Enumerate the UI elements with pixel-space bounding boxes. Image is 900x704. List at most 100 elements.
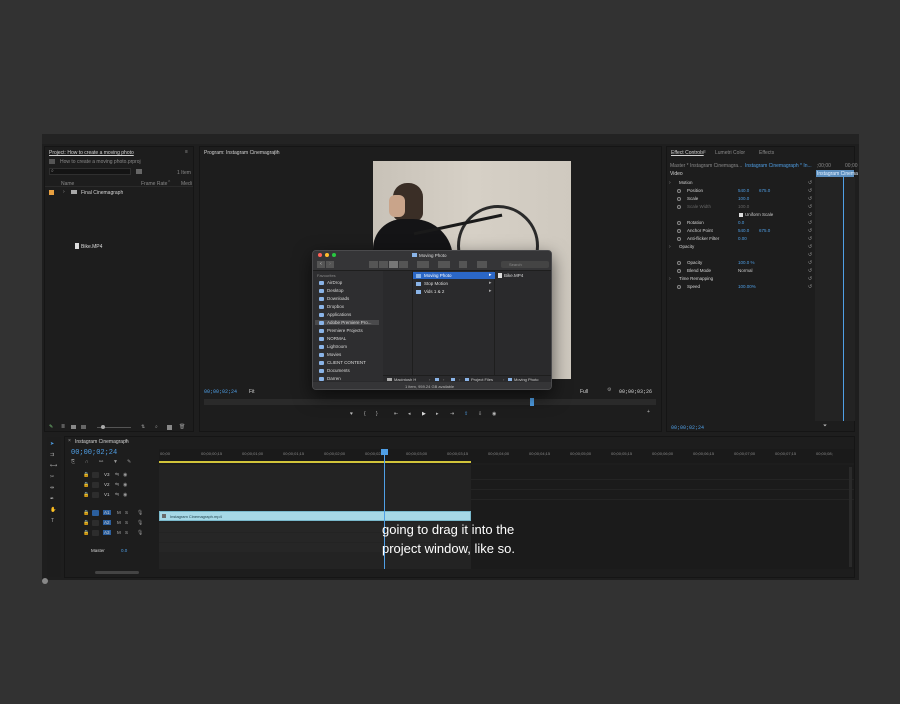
go-to-out-icon[interactable]: ⇥: [450, 411, 454, 417]
icon-view-icon[interactable]: [71, 425, 76, 429]
step-forward-icon[interactable]: ▸: [436, 411, 439, 417]
back-button-icon[interactable]: ‹: [317, 261, 325, 268]
forward-button-icon[interactable]: ›: [326, 261, 334, 268]
finder-sidebar-item[interactable]: AirDrop: [319, 280, 342, 285]
stopwatch-icon[interactable]: [677, 269, 681, 273]
filter-icon[interactable]: ⏷: [823, 423, 827, 429]
vertical-scroll[interactable]: [849, 467, 852, 567]
search-bin-icon[interactable]: ⌕: [155, 424, 158, 430]
playback-scrubber[interactable]: [204, 398, 656, 406]
work-area-bar[interactable]: [159, 461, 471, 463]
step-back-icon[interactable]: ◂: [408, 411, 411, 417]
minimize-window-icon[interactable]: [325, 253, 329, 257]
track-label[interactable]: V1: [103, 492, 111, 497]
overwrite-icon[interactable]: ⇩: [478, 411, 482, 417]
effect-property-row[interactable]: Position 540.0 675.0 ↺: [667, 187, 817, 195]
stopwatch-icon[interactable]: [677, 189, 681, 193]
sync-lock-icon[interactable]: ⇋: [115, 482, 119, 488]
finder-sidebar-item[interactable]: NORMAL: [319, 336, 346, 341]
finder-file-bike[interactable]: Bike.MP4: [495, 272, 551, 279]
effect-value-2[interactable]: 675.0: [759, 228, 770, 233]
stopwatch-icon[interactable]: [677, 229, 681, 233]
microphone-icon[interactable]: 🎙: [137, 510, 143, 516]
finder-sidebar-item[interactable]: Desktop: [319, 288, 344, 293]
action-gear-icon[interactable]: [438, 261, 450, 268]
effect-group-row[interactable]: › Opacity ↺: [667, 243, 817, 251]
menu-icon[interactable]: ≡: [185, 149, 188, 155]
mute-button[interactable]: M: [117, 530, 121, 535]
mark-out-icon[interactable]: }: [376, 411, 378, 417]
effect-value[interactable]: 0.00: [738, 236, 747, 241]
eye-icon[interactable]: ◉: [123, 472, 127, 478]
project-search-input[interactable]: ⌕: [49, 168, 131, 175]
track-target-button[interactable]: [92, 492, 99, 498]
maximize-window-icon[interactable]: [332, 253, 336, 257]
selection-tool-icon[interactable]: ➤: [50, 441, 54, 447]
track-target-button[interactable]: [92, 530, 99, 536]
close-icon[interactable]: ×: [68, 438, 71, 444]
track-select-icon[interactable]: ⇉: [50, 452, 54, 458]
menu-icon[interactable]: ≡: [125, 438, 128, 444]
effects-footer-timecode[interactable]: 00;00;02;24: [671, 425, 704, 431]
effect-property-row[interactable]: Scale 100.0 ↺: [667, 195, 817, 203]
add-marker-icon[interactable]: ▼: [113, 459, 118, 465]
track-target-button[interactable]: [92, 520, 99, 526]
zoom-slider-handle[interactable]: [101, 425, 105, 429]
stopwatch-icon[interactable]: [677, 237, 681, 241]
project-panel-tab[interactable]: Project: How to create a moving photo: [49, 150, 134, 156]
icon-view-button[interactable]: [369, 261, 378, 268]
dragged-file[interactable]: Bike.MP4: [75, 243, 115, 251]
microphone-icon[interactable]: 🎙: [137, 520, 143, 526]
reset-icon[interactable]: ↺: [808, 188, 812, 194]
reset-icon[interactable]: ↺: [808, 180, 812, 186]
effect-value[interactable]: 100.00%: [738, 284, 756, 289]
program-monitor-tab[interactable]: Program: Instagram Cinemagraph: [204, 150, 280, 156]
column-media[interactable]: Medi: [181, 181, 192, 187]
mute-button[interactable]: M: [117, 510, 121, 515]
reset-icon[interactable]: ↺: [808, 228, 812, 234]
track-target-button[interactable]: [92, 510, 99, 516]
bin-row[interactable]: › Final Cinemagraph: [49, 189, 189, 196]
lock-icon[interactable]: 🔒: [83, 510, 89, 516]
type-tool-icon[interactable]: T: [51, 518, 54, 524]
master-volume-value[interactable]: 0.0: [121, 548, 127, 553]
program-timecode[interactable]: 00;00;02;24: [204, 389, 237, 395]
eye-icon[interactable]: ◉: [123, 492, 127, 498]
marker-icon[interactable]: ♥: [350, 411, 353, 417]
effect-property-row[interactable]: Speed 100.00% ↺: [667, 283, 817, 291]
finder-sidebar-item[interactable]: Darren: [319, 376, 341, 381]
lock-icon[interactable]: 🔒: [83, 492, 89, 498]
effect-value[interactable]: Normal: [738, 268, 753, 273]
tab-lumetri-color[interactable]: Lumetri Color: [715, 150, 745, 156]
timeline-tab[interactable]: Instagram Cinemagraph: [75, 439, 129, 445]
tab-effect-controls[interactable]: Effect Controls: [671, 150, 704, 156]
stopwatch-icon[interactable]: [677, 285, 681, 289]
export-frame-icon[interactable]: ◉: [492, 411, 496, 417]
track-target-button[interactable]: [92, 472, 99, 478]
effect-value-2[interactable]: 675.0: [759, 188, 770, 193]
effect-property-row[interactable]: Opacity 100.0 % ↺: [667, 259, 817, 267]
effect-property-row[interactable]: ↺: [667, 251, 817, 259]
scrubber-playhead[interactable]: [530, 398, 534, 406]
razor-tool-icon[interactable]: ✂: [50, 474, 54, 480]
column-name[interactable]: Name: [61, 181, 74, 187]
gallery-view-button[interactable]: [399, 261, 408, 268]
effect-property-row[interactable]: Rotation 0.0 ↺: [667, 219, 817, 227]
stopwatch-icon[interactable]: [677, 197, 681, 201]
close-window-icon[interactable]: [318, 253, 322, 257]
finder-search-input[interactable]: Search: [501, 261, 549, 268]
effect-group-row[interactable]: › Motion ↺: [667, 179, 817, 187]
finder-sidebar-item[interactable]: CLIENT CONTENT: [319, 360, 366, 365]
timeline-timecode[interactable]: 00;00;02;24: [71, 449, 117, 457]
lock-icon[interactable]: 🔒: [83, 530, 89, 536]
lock-icon[interactable]: 🔒: [83, 520, 89, 526]
finder-sidebar-item[interactable]: Lightroom: [319, 344, 347, 349]
reset-icon[interactable]: ↺: [808, 212, 812, 218]
group-button[interactable]: [417, 261, 429, 268]
new-item-icon[interactable]: [167, 425, 172, 430]
effect-property-row[interactable]: Uniform Scale ↺: [667, 211, 817, 219]
finder-sidebar-item[interactable]: Movies: [319, 352, 341, 357]
expand-chevron-icon[interactable]: ›: [63, 189, 65, 195]
sequence-clip-label[interactable]: Instagram Cinemagraph * In...: [745, 163, 812, 169]
column-frame-rate[interactable]: Frame Rate: [141, 181, 167, 187]
